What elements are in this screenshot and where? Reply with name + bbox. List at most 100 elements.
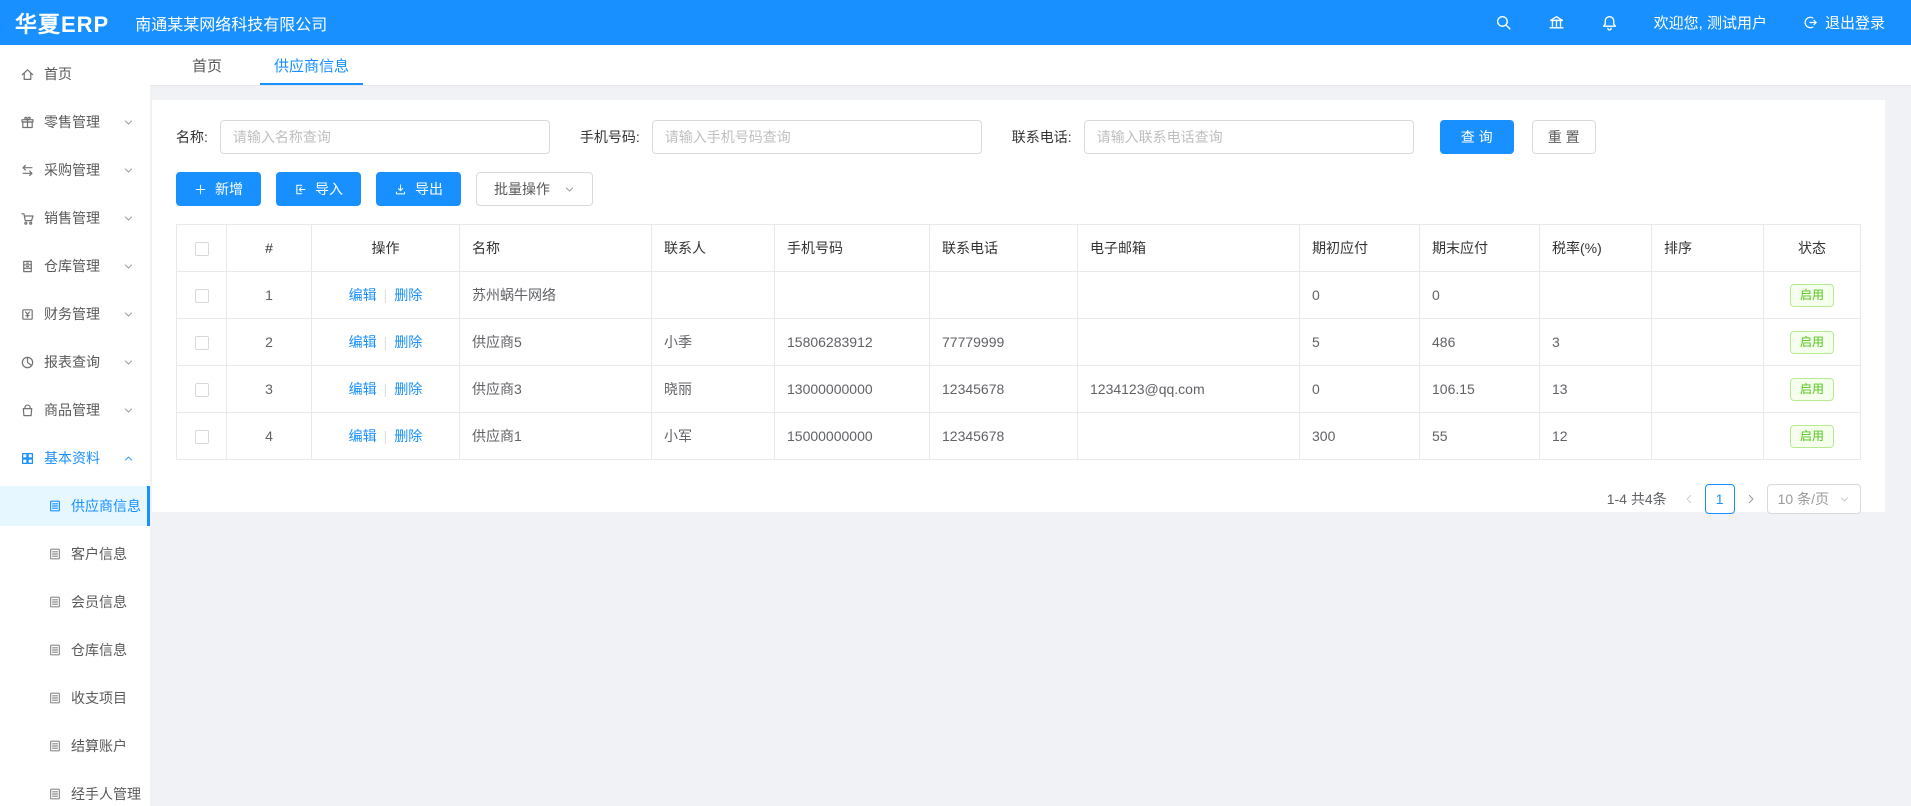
cell-phone bbox=[775, 272, 930, 319]
next-page-icon[interactable] bbox=[1745, 493, 1757, 505]
cart-icon bbox=[20, 211, 35, 226]
cell-status: 启用 bbox=[1764, 366, 1861, 413]
link-divider: | bbox=[384, 334, 388, 350]
current-page-button[interactable]: 1 bbox=[1705, 484, 1735, 514]
sidebar-item-label: 财务管理 bbox=[44, 304, 100, 324]
delete-link[interactable]: 删除 bbox=[394, 428, 422, 444]
cell-begin-payable: 0 bbox=[1300, 366, 1420, 413]
sidebar-item-goods[interactable]: 商品管理 bbox=[0, 390, 150, 430]
chevron-down-icon bbox=[564, 184, 575, 195]
tab-label: 供应商信息 bbox=[274, 55, 349, 76]
delete-link[interactable]: 删除 bbox=[394, 381, 422, 397]
content-card: 名称: 手机号码: 联系电话: 查 询 重 置 新增 导入 bbox=[152, 100, 1885, 512]
cell-end-payable: 106.15 bbox=[1420, 366, 1540, 413]
bag-icon bbox=[20, 403, 35, 418]
cell-phone: 13000000000 bbox=[775, 366, 930, 413]
pagination: 1-4 共4条 1 10 条/页 bbox=[176, 484, 1861, 514]
sidebar-item-finance[interactable]: 财务管理 bbox=[0, 294, 150, 334]
cell-email bbox=[1078, 319, 1300, 366]
tel-filter-label: 联系电话: bbox=[1012, 127, 1072, 147]
sidebar-item-supplier-info[interactable]: 供应商信息 bbox=[0, 486, 150, 526]
row-checkbox[interactable] bbox=[195, 430, 209, 444]
platform-icon[interactable] bbox=[1548, 14, 1565, 31]
sidebar-item-reports[interactable]: 报表查询 bbox=[0, 342, 150, 382]
sidebar-item-label: 结算账户 bbox=[71, 736, 127, 756]
sidebar-item-label: 报表查询 bbox=[44, 352, 100, 372]
tab-supplier-info[interactable]: 供应商信息 bbox=[260, 45, 363, 85]
document-icon bbox=[48, 643, 62, 657]
filter-name: 名称: bbox=[176, 120, 550, 154]
export-button[interactable]: 导出 bbox=[376, 172, 461, 206]
sidebar-item-member-info[interactable]: 会员信息 bbox=[0, 582, 150, 622]
phone-filter-input[interactable] bbox=[652, 120, 982, 154]
link-divider: | bbox=[384, 428, 388, 444]
logout-button[interactable]: 退出登录 bbox=[1803, 12, 1885, 33]
chevron-down-icon bbox=[123, 357, 134, 368]
col-header-status: 状态 bbox=[1764, 225, 1861, 272]
link-divider: | bbox=[384, 381, 388, 397]
swap-icon bbox=[20, 163, 35, 178]
sidebar-item-label: 基本资料 bbox=[44, 448, 100, 468]
main-area: 首页 供应商信息 名称: 手机号码: 联系电话: 查 询 重 置 bbox=[150, 45, 1911, 806]
search-icon[interactable] bbox=[1495, 14, 1512, 31]
sidebar-item-customer-info[interactable]: 客户信息 bbox=[0, 534, 150, 574]
edit-link[interactable]: 编辑 bbox=[349, 381, 377, 397]
logout-label: 退出登录 bbox=[1825, 12, 1885, 33]
col-header-end-payable: 期末应付 bbox=[1420, 225, 1540, 272]
row-checkbox[interactable] bbox=[195, 383, 209, 397]
reset-button[interactable]: 重 置 bbox=[1532, 120, 1596, 154]
import-button[interactable]: 导入 bbox=[276, 172, 361, 206]
cell-name: 供应商1 bbox=[460, 413, 652, 460]
pie-chart-icon bbox=[20, 355, 35, 370]
sidebar-item-warehouse-info[interactable]: 仓库信息 bbox=[0, 630, 150, 670]
col-header-sort: 排序 bbox=[1652, 225, 1764, 272]
chevron-down-icon bbox=[123, 309, 134, 320]
col-header-email: 电子邮箱 bbox=[1078, 225, 1300, 272]
sidebar-item-income-expense[interactable]: 收支项目 bbox=[0, 678, 150, 718]
delete-link[interactable]: 删除 bbox=[394, 287, 422, 303]
delete-link[interactable]: 删除 bbox=[394, 334, 422, 350]
download-icon bbox=[394, 183, 407, 196]
welcome-user-text: 欢迎您, 测试用户 bbox=[1654, 12, 1767, 33]
tab-bar: 首页 供应商信息 bbox=[150, 45, 1911, 86]
chevron-down-icon bbox=[123, 261, 134, 272]
topbar-actions: 欢迎您, 测试用户 退出登录 bbox=[1495, 12, 1911, 33]
edit-link[interactable]: 编辑 bbox=[349, 428, 377, 444]
chevron-down-icon bbox=[1839, 494, 1850, 505]
sidebar-item-sales[interactable]: 销售管理 bbox=[0, 198, 150, 238]
tel-filter-input[interactable] bbox=[1084, 120, 1414, 154]
import-button-label: 导入 bbox=[315, 179, 343, 199]
sidebar-item-handler-management[interactable]: 经手人管理 bbox=[0, 774, 150, 806]
cell-begin-payable: 300 bbox=[1300, 413, 1420, 460]
cell-email bbox=[1078, 413, 1300, 460]
sidebar-item-home[interactable]: 首页 bbox=[0, 54, 150, 94]
cell-email: 1234123@qq.com bbox=[1078, 366, 1300, 413]
notification-bell-icon[interactable] bbox=[1601, 14, 1618, 31]
cell-tel: 77779999 bbox=[930, 319, 1078, 366]
batch-actions-button[interactable]: 批量操作 bbox=[476, 172, 593, 206]
sidebar-item-settlement-account[interactable]: 结算账户 bbox=[0, 726, 150, 766]
row-checkbox[interactable] bbox=[195, 289, 209, 303]
header-checkbox[interactable] bbox=[195, 242, 209, 256]
cell-index: 1 bbox=[227, 272, 312, 319]
import-icon bbox=[294, 183, 307, 196]
row-checkbox[interactable] bbox=[195, 336, 209, 350]
sidebar-item-purchase[interactable]: 采购管理 bbox=[0, 150, 150, 190]
edit-link[interactable]: 编辑 bbox=[349, 334, 377, 350]
top-bar: 华夏ERP 南通某某网络科技有限公司 欢迎您, 测试用户 退出登录 bbox=[0, 0, 1911, 45]
sidebar-item-retail[interactable]: 零售管理 bbox=[0, 102, 150, 142]
col-header-contact: 联系人 bbox=[652, 225, 775, 272]
search-button[interactable]: 查 询 bbox=[1440, 120, 1514, 154]
sidebar-item-basic-data[interactable]: 基本资料 bbox=[0, 438, 150, 478]
sidebar-item-warehouse[interactable]: 仓库管理 bbox=[0, 246, 150, 286]
phone-filter-label: 手机号码: bbox=[580, 127, 640, 147]
page-size-select[interactable]: 10 条/页 bbox=[1767, 484, 1861, 514]
name-filter-input[interactable] bbox=[220, 120, 550, 154]
edit-link[interactable]: 编辑 bbox=[349, 287, 377, 303]
add-button[interactable]: 新增 bbox=[176, 172, 261, 206]
link-divider: | bbox=[384, 287, 388, 303]
tab-home[interactable]: 首页 bbox=[178, 45, 236, 85]
supplier-table: # 操作 名称 联系人 手机号码 联系电话 电子邮箱 期初应付 期末应付 税率(… bbox=[176, 224, 1861, 460]
sidebar-item-label: 客户信息 bbox=[71, 544, 127, 564]
prev-page-icon[interactable] bbox=[1683, 493, 1695, 505]
